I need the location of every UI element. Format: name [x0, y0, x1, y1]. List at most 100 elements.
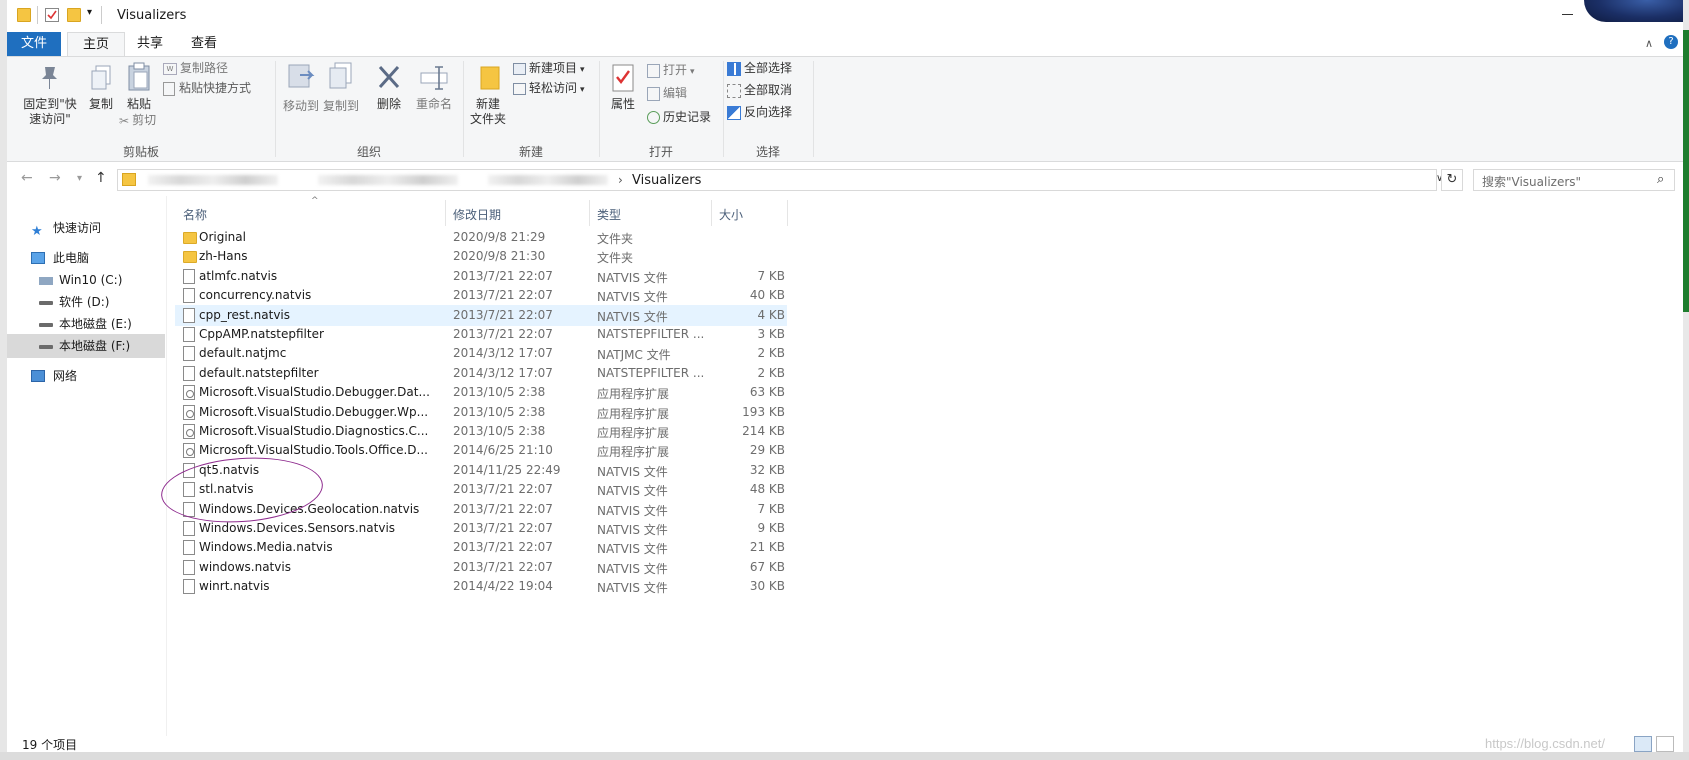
file-date: 2013/7/21 22:07 [453, 482, 553, 497]
background-bottom [0, 752, 1689, 760]
table-row[interactable]: atlmfc.natvis 2013/7/21 22:07 NATVIS 文件 7 K… [175, 266, 787, 287]
cut-button[interactable]: ✂ 剪切 [119, 111, 156, 129]
scissors-icon: ✂ [119, 113, 130, 128]
file-icon [183, 521, 195, 536]
table-row[interactable]: concurrency.natvis 2013/7/21 22:07 NATVIS … [175, 285, 787, 306]
column-header-size[interactable]: 大小 [719, 206, 743, 223]
nav-item-this-pc[interactable]: 此电脑 [7, 246, 165, 270]
column-header-type[interactable]: 类型 [597, 206, 621, 223]
table-row[interactable]: Original 2020/9/8 21:29 文件夹 [175, 227, 787, 248]
new-item-button[interactable]: 新建项目 ▾ [513, 59, 585, 77]
select-all-label: 全部选择 [744, 61, 793, 75]
details-view-button[interactable] [1634, 736, 1652, 752]
file-icon [183, 365, 195, 381]
copy-button[interactable]: 复制 [83, 63, 119, 112]
nav-item-drive-c[interactable]: Win10 (C:) [7, 268, 165, 292]
copy-path-icon: W [163, 62, 177, 75]
address-bar[interactable]: › Visualizers ∨ [117, 169, 1443, 191]
tab-view[interactable]: 查看 [179, 32, 229, 56]
pin-quick-access-button[interactable]: 固定到"快 速访问" [15, 63, 85, 127]
paste-button[interactable]: 粘贴 [121, 61, 157, 112]
file-size: 3 KB [757, 327, 785, 341]
delete-button[interactable]: 删除 [371, 63, 407, 112]
invert-selection-button[interactable]: 反向选择 [727, 103, 792, 121]
table-row[interactable]: winrt.natvis 2014/4/22 19:04 NATVIS 文件 30 K… [175, 576, 787, 597]
file-size: 214 KB [742, 424, 785, 438]
table-row[interactable]: default.natstepfilter 2014/3/12 17:07 NATS… [175, 363, 787, 384]
back-arrow-icon[interactable]: ← [21, 170, 33, 186]
nav-item-drive-e[interactable]: 本地磁盘 (E:) [7, 312, 165, 336]
nav-item-drive-d[interactable]: 软件 (D:) [7, 290, 165, 314]
table-row[interactable]: Windows.Media.natvis 2013/7/21 22:07 NATVI… [175, 537, 787, 558]
tab-file[interactable]: 文件 [7, 32, 61, 56]
column-separator[interactable] [711, 200, 712, 226]
forward-arrow-icon[interactable]: → [49, 170, 61, 186]
file-name: Microsoft.VisualStudio.Debugger.Wp... [199, 404, 429, 419]
file-name: Original [199, 230, 246, 244]
table-row[interactable]: cpp_rest.natvis 2013/7/21 22:07 NATVIS 文件 4… [175, 304, 787, 326]
invert-selection-icon [727, 105, 741, 120]
select-none-button[interactable]: 全部取消 [727, 81, 792, 99]
paste-shortcut-icon [163, 81, 175, 96]
column-header-name[interactable]: 名称 [183, 206, 207, 223]
nav-item-network[interactable]: 网络 [7, 364, 165, 388]
table-row[interactable]: CppAMP.natstepfilter 2013/7/21 22:07 NATST… [175, 324, 787, 345]
file-size: 9 KB [757, 521, 785, 535]
file-size: 7 KB [757, 268, 785, 283]
file-icon [183, 288, 195, 304]
search-box[interactable]: 搜索"Visualizers" ⌕ [1473, 169, 1675, 191]
search-input[interactable]: 搜索"Visualizers" [1482, 173, 1581, 190]
up-arrow-icon[interactable]: ↑ [95, 170, 107, 186]
file-icon [183, 327, 195, 342]
file-icon [183, 579, 195, 595]
easy-access-button[interactable]: 轻松访问 ▾ [513, 79, 585, 97]
open-button[interactable]: 打开 ▾ [647, 61, 695, 79]
recent-locations-icon[interactable]: ▾ [77, 173, 82, 184]
extension-file-icon [183, 424, 195, 439]
new-folder-button[interactable]: 新建 文件夹 [467, 63, 509, 127]
tab-share[interactable]: 共享 [125, 32, 175, 56]
minimize-button[interactable] [1562, 14, 1573, 15]
tab-home[interactable]: 主页 [67, 32, 125, 56]
rename-icon [420, 66, 448, 90]
file-date: 2013/7/21 22:07 [453, 559, 553, 574]
nav-item-drive-f[interactable]: 本地磁盘 (F:) [7, 334, 165, 358]
customize-quick-access-icon[interactable]: ▾ [87, 7, 92, 18]
table-row[interactable]: Windows.Devices.Sensors.natvis 2013/7/21 … [175, 518, 787, 539]
table-row[interactable]: Microsoft.VisualStudio.Debugger.Wp... 201… [175, 402, 787, 423]
properties-button[interactable]: 属性 [605, 63, 641, 112]
move-to-button[interactable]: 移动到 [281, 61, 321, 114]
column-header-date[interactable]: 修改日期 [453, 206, 501, 223]
file-date: 2013/7/21 22:07 [453, 521, 553, 535]
help-icon[interactable]: ? [1664, 35, 1678, 49]
copy-path-button[interactable]: W 复制路径 [163, 59, 228, 77]
table-row[interactable]: Microsoft.VisualStudio.Diagnostics.C... 2… [175, 421, 787, 442]
table-row[interactable]: Microsoft.VisualStudio.Debugger.Dat... 20… [175, 382, 787, 403]
properties-quick-icon[interactable] [45, 8, 59, 22]
edit-button[interactable]: 编辑 [647, 84, 687, 102]
refresh-button[interactable]: ↻ [1441, 169, 1463, 191]
nav-item-quick-access[interactable]: ★ 快速访问 [7, 216, 165, 240]
file-size: 30 KB [749, 579, 785, 594]
column-separator[interactable] [589, 200, 590, 226]
file-name: Microsoft.VisualStudio.Diagnostics.C... [199, 424, 429, 438]
new-folder-quick-icon[interactable] [67, 8, 81, 22]
breadcrumb-current[interactable]: Visualizers [632, 173, 701, 188]
history-button[interactable]: 历史记录 [647, 108, 711, 126]
copy-to-button[interactable]: 复制到 [321, 61, 361, 114]
file-date: 2013/7/21 22:07 [453, 268, 553, 283]
extension-file-icon [183, 404, 195, 420]
table-row[interactable]: default.natjmc 2014/3/12 17:07 NATJMC 文件 2 … [175, 343, 787, 364]
column-separator[interactable] [787, 200, 788, 226]
file-size: 40 KB [749, 288, 785, 303]
background-left [0, 0, 7, 760]
table-row[interactable]: zh-Hans 2020/9/8 21:30 文件夹 [175, 246, 787, 267]
large-icons-view-button[interactable] [1656, 736, 1674, 752]
paste-shortcut-button[interactable]: 粘贴快捷方式 [163, 79, 251, 97]
collapse-ribbon-icon[interactable]: ∧ [1645, 37, 1653, 50]
column-separator[interactable] [445, 200, 446, 226]
search-icon[interactable]: ⌕ [1657, 172, 1664, 187]
select-all-button[interactable]: 全部选择 [727, 59, 792, 77]
table-row[interactable]: windows.natvis 2013/7/21 22:07 NATVIS 文件 67… [175, 557, 787, 578]
rename-button[interactable]: 重命名 [413, 63, 455, 112]
